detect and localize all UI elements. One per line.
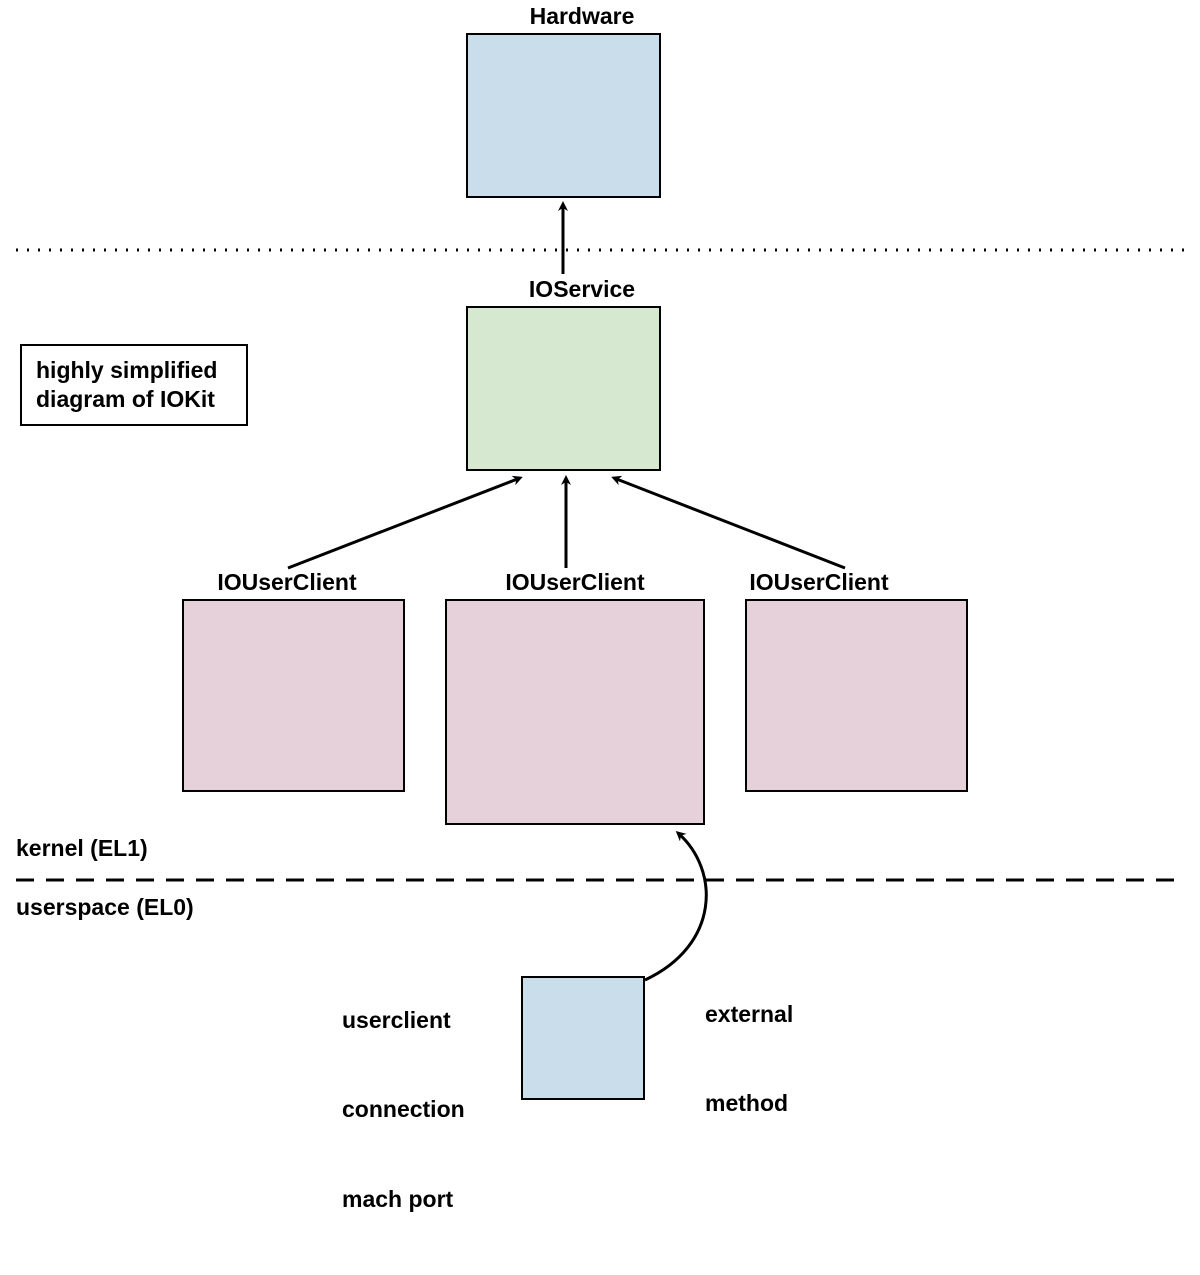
machport-label: userclient connection mach port bbox=[342, 946, 465, 1275]
note-line2: diagram of IOKit bbox=[36, 385, 232, 414]
external-method-label: external method bbox=[705, 940, 793, 1179]
userspace-zone-label: userspace (EL0) bbox=[16, 894, 194, 921]
kernel-zone-label: kernel (EL1) bbox=[16, 835, 148, 862]
arrow-uc3-ioservice bbox=[614, 478, 845, 568]
note-line1: highly simplified bbox=[36, 356, 232, 385]
machport-box bbox=[521, 976, 645, 1100]
iouserclient3-label: IOUserClient bbox=[724, 569, 914, 596]
external-method-line2: method bbox=[705, 1089, 793, 1119]
arrow-external-method bbox=[645, 833, 706, 980]
iouserclient2-box bbox=[445, 599, 705, 825]
iouserclient1-box bbox=[182, 599, 405, 792]
iouserclient3-box bbox=[745, 599, 968, 792]
arrow-uc1-ioservice bbox=[288, 478, 520, 568]
machport-line3: mach port bbox=[342, 1185, 465, 1215]
machport-line2: connection bbox=[342, 1095, 465, 1125]
machport-line1: userclient bbox=[342, 1006, 465, 1036]
ioservice-box bbox=[466, 306, 661, 471]
note-box: highly simplified diagram of IOKit bbox=[20, 344, 248, 426]
external-method-line1: external bbox=[705, 1000, 793, 1030]
hardware-box bbox=[466, 33, 661, 198]
diagram-canvas: Hardware IOService highly simplified dia… bbox=[0, 0, 1200, 1126]
iouserclient2-label: IOUserClient bbox=[445, 569, 705, 596]
ioservice-label: IOService bbox=[512, 276, 652, 303]
iouserclient1-label: IOUserClient bbox=[192, 569, 382, 596]
hardware-label: Hardware bbox=[512, 3, 652, 30]
